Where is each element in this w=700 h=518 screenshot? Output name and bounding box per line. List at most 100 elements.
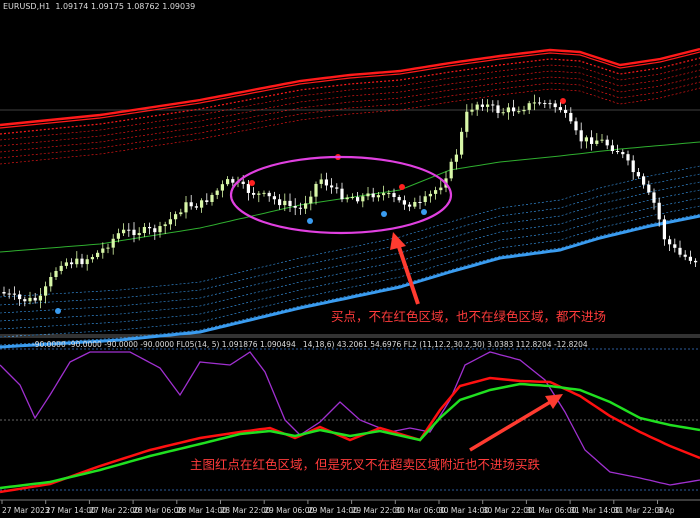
chart-canvas[interactable]: 27 Mar 202327 Mar 14:0027 Mar 22:0028 Ma…: [0, 0, 700, 518]
candle-body: [168, 219, 172, 225]
candle-body: [101, 248, 105, 253]
candle-body: [241, 181, 245, 184]
candle-body: [293, 205, 297, 208]
candle-body: [137, 233, 141, 236]
candle-body: [278, 199, 282, 206]
annotation-arrow-top: [390, 232, 420, 305]
candle-body: [111, 238, 115, 248]
upper-band-line: [0, 81, 700, 159]
candle-body: [688, 256, 692, 261]
time-axis: 27 Mar 202327 Mar 14:0027 Mar 22:0028 Ma…: [1, 500, 675, 515]
candle-body: [283, 200, 287, 206]
candle-body: [80, 258, 84, 265]
candle-body: [330, 185, 334, 188]
candle-body: [626, 154, 630, 161]
indicator-header: -90.0000 -90.0000 -90.0000 -90.0000 FL05…: [32, 340, 296, 349]
candle-body: [18, 294, 22, 300]
symbol-info: EURUSD,H1 1.09174 1.09175 1.08762 1.0903…: [3, 2, 195, 11]
indicator-info: -90.0000 -90.0000 -90.0000 -90.0000 FL05…: [32, 340, 588, 349]
buy-signal-dot: [421, 209, 427, 215]
annotation-bottom: 主图红点在红色区域，但是死叉不在超卖区域附近也不进场买跌: [190, 457, 541, 472]
midline: [0, 141, 700, 253]
candle-body: [54, 270, 58, 277]
indicator-header-right: 14,18,6) 43.2061 54.6976 FL2 (11,12.2,30…: [302, 340, 588, 349]
candle-body: [387, 193, 391, 195]
candle-body: [678, 247, 682, 255]
candle-body: [434, 190, 438, 194]
candle-body: [501, 112, 505, 114]
candle-body: [642, 176, 646, 185]
candle-body: [657, 202, 661, 220]
candle-body: [475, 104, 479, 110]
candle-body: [309, 196, 313, 204]
candle-body: [49, 276, 53, 287]
candle-body: [246, 183, 250, 193]
candle-body: [226, 179, 230, 185]
candle-body: [356, 197, 360, 202]
candle-body: [90, 257, 94, 260]
candle-body: [506, 107, 510, 113]
candle-body: [683, 254, 687, 257]
candle-body: [558, 107, 562, 110]
lower-band-line: [0, 181, 700, 314]
candle-body: [605, 139, 609, 146]
candle-body: [215, 190, 219, 195]
candle-body: [454, 154, 458, 162]
annotation-arrow-bottom: [469, 394, 563, 452]
buy-signal-dot: [381, 211, 387, 217]
candle-body: [184, 202, 188, 213]
candle-body: [548, 103, 552, 105]
candle-body: [340, 188, 344, 200]
candle-body: [200, 200, 204, 208]
candle-body: [538, 102, 542, 104]
candle-body: [574, 121, 578, 131]
candle-body: [652, 192, 656, 203]
candle-body: [413, 202, 417, 207]
lower-band-line: [0, 189, 700, 322]
annotation-top: 买点，不在红色区域，也不在绿色区域，都不进场: [331, 309, 607, 324]
candle-body: [350, 197, 354, 199]
candle-body: [382, 193, 386, 196]
candle-body: [70, 262, 74, 265]
candle-body: [132, 229, 136, 236]
candle-body: [366, 193, 370, 197]
candle-body: [662, 219, 666, 240]
candle-body: [486, 104, 490, 107]
candle-body: [522, 109, 526, 112]
candle-body: [272, 196, 276, 200]
candle-body: [220, 184, 224, 191]
candle-body: [428, 193, 432, 197]
candle-body: [345, 197, 349, 200]
buy-signal-dot: [307, 218, 313, 224]
candle-group: [2, 94, 698, 309]
candle-body: [496, 105, 500, 113]
upper-band-line: [0, 87, 700, 165]
candle-body: [158, 226, 162, 233]
candle-body: [257, 193, 261, 195]
lower-band-line: [0, 214, 700, 349]
candle-body: [600, 139, 604, 141]
candle-body: [590, 137, 594, 144]
candle-body: [616, 151, 620, 153]
candle-body: [267, 192, 271, 197]
candle-body: [231, 179, 235, 183]
candle-body: [210, 194, 214, 202]
candle-body: [470, 109, 474, 112]
candle-body: [163, 224, 167, 227]
candle-body: [371, 193, 375, 198]
candle-body: [449, 161, 453, 179]
candle-body: [553, 103, 557, 108]
sell-signal-dot: [560, 98, 566, 104]
candle-body: [174, 214, 178, 220]
candle-body: [673, 244, 677, 248]
candle-body: [127, 229, 131, 231]
candle-body: [439, 187, 443, 191]
candle-body: [491, 104, 495, 106]
chart-window[interactable]: 27 Mar 2023 27 Mar 14:00 27 Mar 22:00 28 Ma…: [0, 0, 700, 518]
candle-body: [465, 111, 469, 132]
candle-body: [262, 192, 266, 194]
candle-body: [595, 140, 599, 144]
candle-body: [85, 259, 89, 265]
candle-body: [33, 297, 37, 301]
candle-body: [564, 109, 568, 113]
